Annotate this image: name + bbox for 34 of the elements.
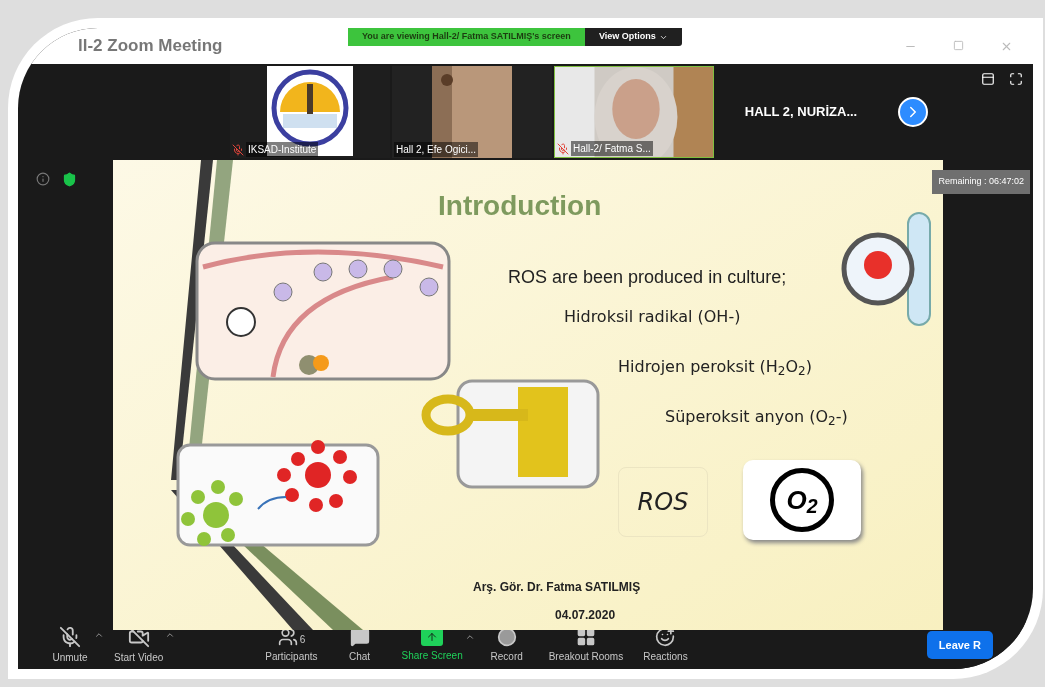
participant-name: Hall 2, Efe Ogici... [394, 142, 479, 157]
next-button[interactable] [898, 97, 928, 127]
toolbar-button[interactable]: Unmute [38, 625, 102, 665]
toolbar-button[interactable]: Reactions [633, 626, 698, 664]
layout-icon[interactable] [981, 72, 995, 86]
slide-text: Hidrojen peroksit (H$_{2}$O$_{2}$) [618, 356, 812, 379]
participant-name: HALL 2, NURİZA... [744, 103, 858, 122]
ros-label: ROS [618, 467, 708, 537]
slide-text: ROS are been produced in culture; [508, 266, 787, 289]
slide-title: Introduction [438, 189, 602, 223]
leave-button[interactable]: Leave R [926, 630, 993, 660]
toolbar-button[interactable]: Chat [327, 626, 392, 664]
toolbar-button[interactable]: Record [474, 626, 539, 664]
window-title: ll-2 Zoom Meeting [78, 35, 223, 58]
participant-tile[interactable]: HALL 2, NURİZA... [716, 66, 886, 158]
slide-date: 04.07.2020 [555, 607, 616, 624]
video-tile[interactable]: Hall-2/ Fatma S... [554, 66, 714, 158]
toolbar-button[interactable]: Breakout Rooms [538, 626, 634, 664]
participant-count: 6 [299, 632, 306, 647]
oxygen-label: O$_{2}$ [770, 468, 834, 532]
toolbar-button[interactable]: 6 Participants [255, 626, 328, 664]
slide-text: Süperoksit anyon (O$_{2}$-) [665, 406, 848, 429]
toolbar-button[interactable]: Share Screen [391, 627, 473, 663]
shield-icon[interactable] [62, 172, 77, 187]
participant-name: Hall-2/ Fatma S... [571, 141, 653, 156]
view-options-button[interactable]: View Options [584, 28, 682, 46]
slide-text: Hidroksil radikal (OH-) [564, 306, 741, 328]
muted-mic-icon [59, 625, 81, 648]
toolbar-button[interactable]: Start Video [104, 625, 174, 665]
fullscreen-icon[interactable] [1009, 72, 1023, 86]
info-icon[interactable] [36, 172, 50, 186]
remaining-time-badge: Remaining : 06:47:02 [932, 170, 1030, 194]
viewing-banner: You are viewing Hall-2/ Fatma SATILMIŞ's screen [348, 28, 585, 46]
author-name: Arş. Gör. Dr. Fatma SATILMIŞ [473, 579, 641, 596]
